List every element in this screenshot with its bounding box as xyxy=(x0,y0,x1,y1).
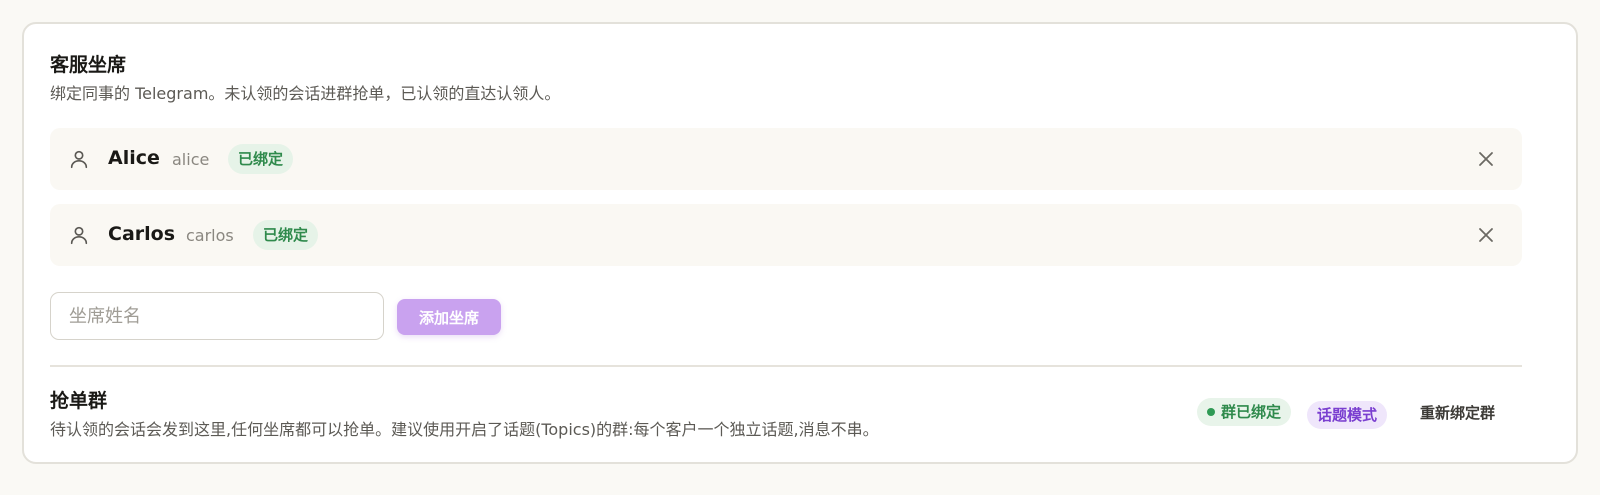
seat-status-badge: 已绑定 xyxy=(228,144,294,174)
seat-handle: carlos xyxy=(186,226,234,245)
add-seat-button[interactable]: 添加坐席 xyxy=(397,299,501,335)
user-icon xyxy=(70,150,88,169)
seat-handle: alice xyxy=(172,150,210,169)
topic-mode-badge: 话题模式 xyxy=(1307,401,1388,429)
rebind-group-button[interactable]: 重新绑定群 xyxy=(1408,398,1507,428)
seat-row: Alice alice 已绑定 xyxy=(50,128,1522,190)
seat-name: Carlos xyxy=(108,223,176,245)
group-status-badge: 群已绑定 xyxy=(1197,398,1292,426)
user-icon xyxy=(70,226,88,245)
remove-seat-button[interactable] xyxy=(1476,225,1496,245)
seats-section-description: 绑定同事的 Telegram。未认领的会话进群抢单，已认领的直达认领人。 xyxy=(50,84,561,103)
seat-name-input[interactable] xyxy=(50,292,384,340)
seats-section-title: 客服坐席 xyxy=(50,54,127,76)
group-section-description: 待认领的会话会发到这里,任何坐席都可以抢单。建议使用开启了话题(Topics)的… xyxy=(50,420,879,439)
seat-row: Carlos carlos 已绑定 xyxy=(50,204,1522,266)
seat-status-badge: 已绑定 xyxy=(253,220,319,250)
seat-name: Alice xyxy=(108,147,160,169)
group-section-title: 抢单群 xyxy=(50,390,108,412)
settings-card: 客服坐席 绑定同事的 Telegram。未认领的会话进群抢单，已认领的直达认领人… xyxy=(22,22,1578,464)
status-dot-icon xyxy=(1207,408,1215,416)
section-divider xyxy=(50,365,1522,367)
remove-seat-button[interactable] xyxy=(1476,149,1496,169)
group-status-label: 群已绑定 xyxy=(1221,403,1282,421)
